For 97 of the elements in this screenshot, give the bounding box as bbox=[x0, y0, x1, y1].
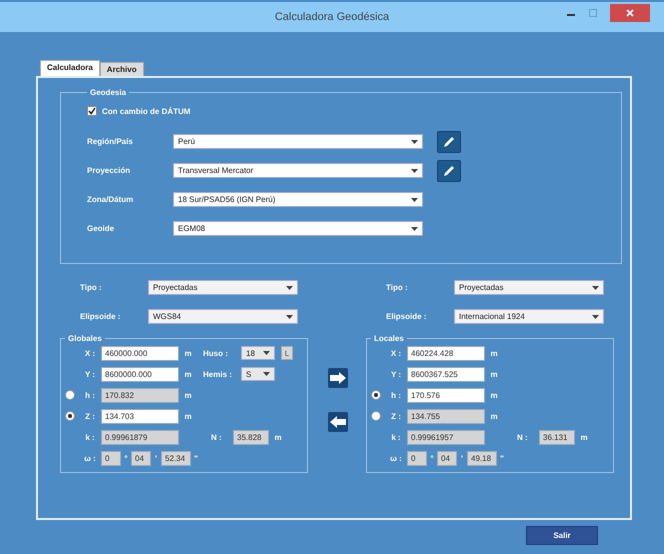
dropdown[interactable]: S bbox=[241, 367, 275, 381]
input-field[interactable]: 0.99961957 bbox=[407, 430, 485, 444]
field-label: Proyección bbox=[87, 166, 132, 175]
caret-icon[interactable] bbox=[411, 140, 418, 144]
tab[interactable]: Calculadora bbox=[40, 60, 100, 76]
pencil-icon[interactable] bbox=[442, 134, 456, 148]
input-field[interactable]: 35.828 bbox=[233, 430, 269, 444]
unit-label: m bbox=[273, 432, 283, 442]
zone-letter: L bbox=[281, 346, 293, 360]
field-label: X : bbox=[390, 348, 402, 358]
unit-label: m bbox=[183, 390, 193, 400]
radio-button[interactable] bbox=[371, 390, 381, 400]
field-label: Tipo : bbox=[80, 283, 103, 292]
field-label: Huso : bbox=[203, 348, 229, 358]
input-field[interactable]: 8600367.525 bbox=[407, 366, 485, 382]
unit-label: ' bbox=[460, 454, 464, 462]
input-field[interactable]: 04 bbox=[131, 450, 151, 466]
group-title: Geodesia bbox=[89, 88, 128, 97]
close-button[interactable] bbox=[610, 4, 650, 22]
field-label: Geoide bbox=[87, 224, 116, 233]
unit-label: m bbox=[489, 412, 499, 420]
caret-icon[interactable] bbox=[286, 314, 293, 318]
caret-icon[interactable] bbox=[411, 226, 418, 230]
unit-label: m bbox=[183, 370, 193, 378]
field-label: Hemis : bbox=[203, 370, 233, 378]
unit-label: ° bbox=[429, 454, 435, 462]
caret-icon[interactable] bbox=[592, 286, 599, 290]
unit-label: " bbox=[193, 454, 199, 462]
field-label: Tipo : bbox=[386, 283, 409, 292]
dropdown[interactable]: Proyectadas bbox=[148, 280, 298, 295]
field-label: Elipsoide : bbox=[80, 312, 122, 321]
dropdown[interactable]: Transversal Mercator bbox=[173, 163, 423, 178]
group-title: Globales bbox=[67, 334, 103, 343]
unit-label: m bbox=[183, 412, 193, 420]
unit-label: m bbox=[489, 390, 499, 400]
field-label: k : bbox=[390, 432, 402, 442]
unit-label: m bbox=[489, 370, 499, 378]
close-icon[interactable] bbox=[626, 9, 634, 17]
edit-button[interactable] bbox=[437, 160, 461, 182]
field-label: N : bbox=[211, 432, 223, 442]
exit-button[interactable]: Salir bbox=[526, 526, 598, 545]
input-field[interactable]: 36.131 bbox=[539, 430, 575, 444]
input-field[interactable]: 49.18 bbox=[467, 450, 497, 466]
caret-icon[interactable] bbox=[263, 372, 270, 376]
field-label: h : bbox=[390, 390, 402, 400]
unit-label: " bbox=[499, 454, 505, 462]
unit-label: m bbox=[579, 432, 589, 442]
field-label: X : bbox=[84, 348, 96, 358]
field-label: ω : bbox=[83, 454, 97, 462]
input-field[interactable]: 0 bbox=[407, 450, 427, 466]
window-title: Calculadora Geodésica bbox=[274, 11, 390, 23]
field-label: Elipsoide : bbox=[386, 312, 428, 321]
dropdown[interactable]: 18 Sur/PSAD56 (IGN Perú) bbox=[173, 192, 423, 207]
transfer-button[interactable] bbox=[328, 368, 348, 388]
unit-label: ' bbox=[154, 454, 158, 462]
caret-icon[interactable] bbox=[263, 351, 270, 355]
dropdown[interactable]: WGS84 bbox=[148, 309, 298, 324]
caret-icon[interactable] bbox=[592, 314, 599, 318]
input-field[interactable]: 170.576 bbox=[407, 388, 485, 402]
input-field[interactable]: 0 bbox=[101, 450, 121, 466]
edit-button[interactable] bbox=[437, 130, 461, 152]
tab[interactable]: Archivo bbox=[100, 62, 144, 76]
input-field[interactable]: 134.703 bbox=[101, 408, 179, 424]
checkbox-label: Con cambio de DÁTUM bbox=[102, 106, 190, 116]
input-field[interactable]: 460224.428 bbox=[407, 346, 485, 360]
field-label: Z : bbox=[390, 412, 402, 420]
field-label: ω : bbox=[389, 454, 403, 462]
input-field[interactable]: 460000.000 bbox=[101, 346, 179, 360]
dropdown[interactable]: Internacional 1924 bbox=[454, 309, 604, 324]
field-label: h : bbox=[84, 390, 96, 400]
field-label: k : bbox=[84, 432, 96, 442]
group-title: Locales bbox=[373, 334, 405, 343]
unit-label: m bbox=[489, 348, 499, 358]
dropdown[interactable]: EGM08 bbox=[173, 221, 423, 236]
transfer-button[interactable] bbox=[328, 412, 348, 432]
field-label: N : bbox=[517, 432, 529, 442]
dropdown[interactable]: Proyectadas bbox=[454, 280, 604, 295]
field-label: Z : bbox=[84, 412, 96, 420]
input-field[interactable]: 0.99961879 bbox=[101, 430, 179, 444]
caret-icon[interactable] bbox=[411, 198, 418, 202]
pencil-icon[interactable] bbox=[442, 164, 456, 178]
left-arrow-icon[interactable] bbox=[330, 416, 346, 428]
field-label: Y : bbox=[84, 370, 96, 378]
field-label: Región/País bbox=[87, 137, 134, 146]
field-label: Y : bbox=[390, 370, 402, 378]
right-arrow-icon[interactable] bbox=[330, 372, 346, 384]
input-field[interactable]: 52.34 bbox=[161, 450, 191, 466]
caret-icon[interactable] bbox=[411, 168, 418, 172]
radio-button[interactable] bbox=[65, 411, 75, 421]
unit-label: ° bbox=[123, 454, 129, 462]
input-field[interactable]: 8600000.000 bbox=[101, 366, 179, 382]
caret-icon[interactable] bbox=[286, 286, 293, 290]
dropdown[interactable]: 18 bbox=[241, 346, 275, 360]
field-label: Zona/Dátum bbox=[87, 195, 134, 204]
input-field[interactable]: 04 bbox=[437, 450, 457, 466]
dropdown[interactable]: Perú bbox=[173, 134, 423, 149]
unit-label: m bbox=[183, 348, 193, 358]
